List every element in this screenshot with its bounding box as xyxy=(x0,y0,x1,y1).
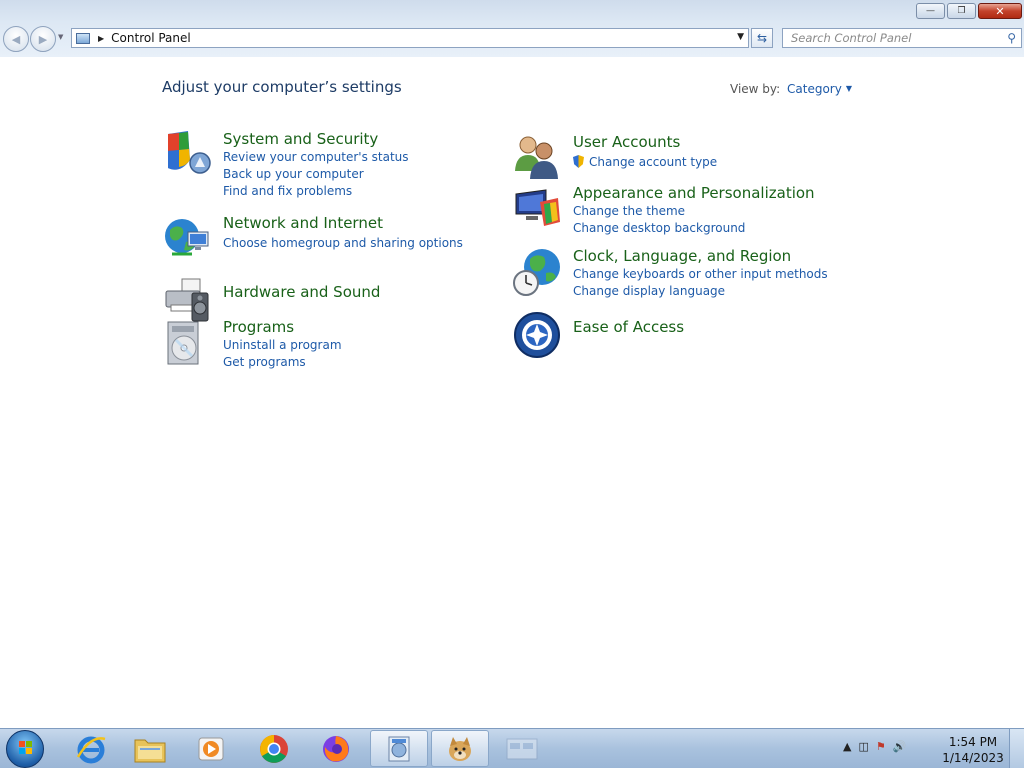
category-title-system-security[interactable]: System and Security xyxy=(223,130,409,149)
link-change-account-type[interactable]: Change account type xyxy=(573,154,717,171)
file-explorer-icon[interactable] xyxy=(121,730,179,767)
category-title-clock-language[interactable]: Clock, Language, and Region xyxy=(573,247,828,266)
link-find-fix-problems[interactable]: Find and fix problems xyxy=(223,183,409,200)
breadcrumb-separator-icon[interactable]: ▶ xyxy=(98,34,104,43)
window-controls: — ❐ ✕ xyxy=(914,3,1022,19)
internet-explorer-icon[interactable] xyxy=(62,730,120,767)
programs-disc-icon[interactable] xyxy=(162,318,212,368)
link-get-programs[interactable]: Get programs xyxy=(223,354,342,371)
doge-image-icon[interactable] xyxy=(431,730,489,767)
search-icon[interactable]: ⚲ xyxy=(1007,31,1016,45)
clock-date: 1/14/2023 xyxy=(942,751,1004,765)
show-hidden-icons-icon[interactable]: ▲ xyxy=(843,740,851,753)
category-title-user-accounts[interactable]: User Accounts xyxy=(573,133,717,152)
system-tray: ▲ ◫ ⚑ 🔊 xyxy=(843,740,913,753)
page-title: Adjust your computer’s settings xyxy=(162,78,402,96)
category-text: Ease of Access xyxy=(573,318,684,337)
view-by-dropdown[interactable]: Category ▼ xyxy=(787,82,852,96)
minimize-button[interactable]: — xyxy=(916,3,945,19)
category-text: Appearance and Personalization Change th… xyxy=(573,184,815,237)
category-title-hardware-sound[interactable]: Hardware and Sound xyxy=(223,283,380,302)
taskbar: ▲ ◫ ⚑ 🔊 1:54 PM 1/14/2023 xyxy=(0,728,1024,768)
search-box[interactable]: ⚲ xyxy=(782,28,1022,48)
control-panel-icon xyxy=(76,32,90,44)
restore-button[interactable]: ❐ xyxy=(947,3,976,19)
network-icon[interactable]: ◫ xyxy=(858,740,868,753)
view-by-value[interactable]: Category xyxy=(787,82,842,96)
firefox-icon[interactable] xyxy=(307,730,365,767)
category-title-appearance[interactable]: Appearance and Personalization xyxy=(573,184,815,203)
category-text: Hardware and Sound xyxy=(223,283,380,302)
clock-time: 1:54 PM xyxy=(948,735,998,749)
windows-logo-icon xyxy=(19,741,33,755)
address-dropdown-icon[interactable]: ▼ xyxy=(737,32,744,42)
category-text: User Accounts Change account type xyxy=(573,133,717,171)
breadcrumb-control-panel[interactable]: Control Panel xyxy=(111,31,191,45)
navigation-buttons: ◀ ▶ xyxy=(3,26,57,52)
globe-network-icon[interactable] xyxy=(162,214,212,264)
link-change-desktop-background[interactable]: Change desktop background xyxy=(573,220,815,237)
globe-clock-icon[interactable] xyxy=(512,247,562,297)
link-change-theme[interactable]: Change the theme xyxy=(573,203,815,220)
category-title-programs[interactable]: Programs xyxy=(223,318,342,337)
chrome-icon[interactable] xyxy=(245,730,303,767)
control-panel-icon[interactable] xyxy=(370,730,428,767)
chevron-down-icon[interactable]: ▼ xyxy=(846,84,852,93)
users-icon[interactable] xyxy=(512,133,562,183)
link-change-keyboards[interactable]: Change keyboards or other input methods xyxy=(573,266,828,283)
category-text: System and Security Review your computer… xyxy=(223,130,409,200)
link-back-up[interactable]: Back up your computer xyxy=(223,166,409,183)
window-titlebar: — ❐ ✕ ◀ ▶ ▼ ▶ Control Panel ▼ ⇆ ⚲ xyxy=(0,0,1024,57)
ease-of-access-icon[interactable] xyxy=(512,310,562,360)
uac-shield-icon xyxy=(573,155,584,168)
forward-button[interactable]: ▶ xyxy=(30,26,56,52)
monitor-palette-icon[interactable] xyxy=(512,184,562,234)
start-button[interactable] xyxy=(6,730,44,768)
window-thumbnail-icon[interactable] xyxy=(493,730,551,767)
address-bar[interactable]: ▶ Control Panel ▼ xyxy=(71,28,749,48)
category-text: Network and Internet Choose homegroup an… xyxy=(223,214,463,252)
refresh-button[interactable]: ⇆ xyxy=(751,28,773,48)
recent-pages-dropdown-icon[interactable]: ▼ xyxy=(58,33,63,41)
action-center-flag-icon[interactable]: ⚑ xyxy=(876,740,886,753)
search-input[interactable] xyxy=(789,30,1003,46)
media-player-icon[interactable] xyxy=(182,730,240,767)
control-panel-content: Adjust your computer’s settings View by:… xyxy=(0,57,1024,728)
back-button[interactable]: ◀ xyxy=(3,26,29,52)
category-text: Clock, Language, and Region Change keybo… xyxy=(573,247,828,300)
volume-icon[interactable]: 🔊 xyxy=(893,740,907,753)
category-title-network-internet[interactable]: Network and Internet xyxy=(223,214,463,233)
show-desktop-button[interactable] xyxy=(1009,729,1024,768)
shield-icon[interactable] xyxy=(162,130,212,180)
link-change-display-language[interactable]: Change display language xyxy=(573,283,828,300)
category-title-ease-of-access[interactable]: Ease of Access xyxy=(573,318,684,337)
link-uninstall-program[interactable]: Uninstall a program xyxy=(223,337,342,354)
category-text: Programs Uninstall a program Get program… xyxy=(223,318,342,371)
link-change-account-type-label[interactable]: Change account type xyxy=(589,155,717,169)
view-by-label: View by: xyxy=(730,82,781,96)
taskbar-clock[interactable]: 1:54 PM 1/14/2023 xyxy=(942,734,1004,766)
close-button[interactable]: ✕ xyxy=(978,3,1022,19)
link-homegroup-sharing[interactable]: Choose homegroup and sharing options xyxy=(223,235,463,252)
link-review-status[interactable]: Review your computer's status xyxy=(223,149,409,166)
